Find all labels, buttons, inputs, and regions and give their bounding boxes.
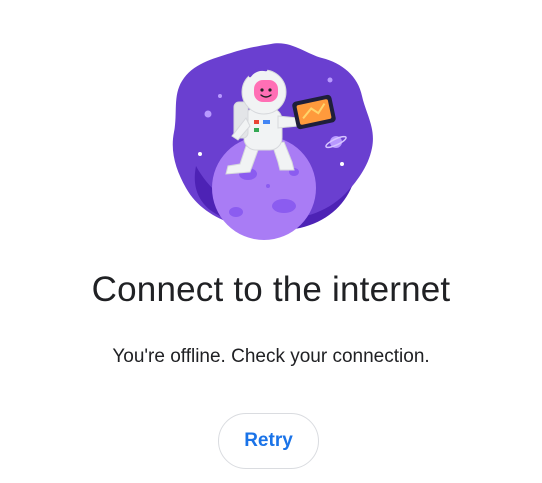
offline-message: You're offline. Check your connection. (112, 346, 430, 367)
page-title: Connect to the internet (91, 270, 451, 309)
star-dot (198, 152, 202, 156)
astronaut-illustration (172, 43, 373, 240)
star-dot (327, 77, 333, 83)
planet (212, 136, 316, 240)
star-dot (218, 94, 222, 98)
star-dot (204, 110, 212, 118)
star-dot (340, 162, 344, 166)
retry-button[interactable]: Retry (218, 413, 319, 469)
offline-page: Connect to the internet You're offline. … (0, 0, 542, 483)
